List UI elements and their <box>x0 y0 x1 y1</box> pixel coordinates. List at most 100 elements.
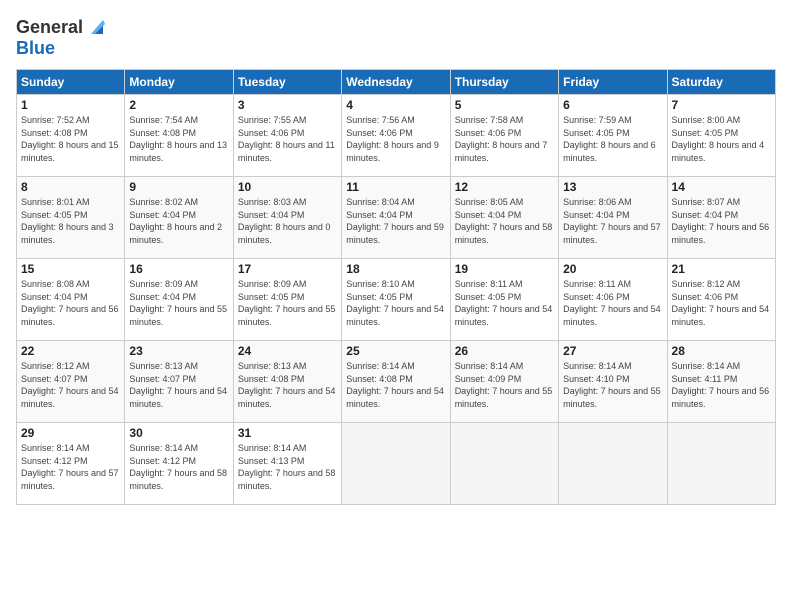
weekday-header-friday: Friday <box>559 70 667 95</box>
day-info: Sunrise: 8:02 AMSunset: 4:04 PMDaylight:… <box>129 196 228 246</box>
calendar-cell: 14Sunrise: 8:07 AMSunset: 4:04 PMDayligh… <box>667 177 775 259</box>
page: General Blue SundayMondayTuesdayWednesda… <box>0 0 792 612</box>
calendar-cell <box>667 423 775 505</box>
day-info: Sunrise: 8:11 AMSunset: 4:06 PMDaylight:… <box>563 278 662 328</box>
calendar-cell: 20 Sunrise: 8:11 AMSunset: 4:06 PMDayligh… <box>559 259 667 341</box>
calendar-cell: 7 Sunrise: 8:00 AMSunset: 4:05 PMDaylight… <box>667 95 775 177</box>
day-info: Sunrise: 8:13 AMSunset: 4:07 PMDaylight:… <box>129 360 228 410</box>
day-number: 2 <box>129 98 228 112</box>
day-number: 17 <box>238 262 337 276</box>
day-number: 18 <box>346 262 445 276</box>
calendar-week-3: 15 Sunrise: 8:08 AMSunset: 4:04 PMDayligh… <box>17 259 776 341</box>
calendar-cell: 11Sunrise: 8:04 AMSunset: 4:04 PMDayligh… <box>342 177 450 259</box>
weekday-header-thursday: Thursday <box>450 70 558 95</box>
day-info: Sunrise: 8:14 AMSunset: 4:10 PMDaylight:… <box>563 360 662 410</box>
logo: General Blue <box>16 16 107 59</box>
day-number: 11 <box>346 180 445 194</box>
calendar-cell: 2 Sunrise: 7:54 AMSunset: 4:08 PMDaylight… <box>125 95 233 177</box>
day-number: 20 <box>563 262 662 276</box>
day-number: 30 <box>129 426 228 440</box>
day-info: Sunrise: 7:54 AMSunset: 4:08 PMDaylight:… <box>129 114 228 164</box>
day-number: 10 <box>238 180 337 194</box>
day-info: Sunrise: 8:05 AMSunset: 4:04 PMDaylight:… <box>455 196 554 246</box>
calendar-week-2: 8 Sunrise: 8:01 AMSunset: 4:05 PMDaylight… <box>17 177 776 259</box>
logo-general-text: General <box>16 17 83 38</box>
day-info: Sunrise: 8:09 AMSunset: 4:04 PMDaylight:… <box>129 278 228 328</box>
calendar-cell: 8 Sunrise: 8:01 AMSunset: 4:05 PMDaylight… <box>17 177 125 259</box>
calendar-cell <box>559 423 667 505</box>
day-number: 1 <box>21 98 120 112</box>
day-number: 15 <box>21 262 120 276</box>
day-info: Sunrise: 8:00 AMSunset: 4:05 PMDaylight:… <box>672 114 771 164</box>
calendar-cell <box>342 423 450 505</box>
calendar-table: SundayMondayTuesdayWednesdayThursdayFrid… <box>16 69 776 505</box>
day-number: 16 <box>129 262 228 276</box>
day-info: Sunrise: 7:58 AMSunset: 4:06 PMDaylight:… <box>455 114 554 164</box>
weekday-header-saturday: Saturday <box>667 70 775 95</box>
day-info: Sunrise: 8:13 AMSunset: 4:08 PMDaylight:… <box>238 360 337 410</box>
day-info: Sunrise: 8:14 AMSunset: 4:13 PMDaylight:… <box>238 442 337 492</box>
day-info: Sunrise: 8:03 AMSunset: 4:04 PMDaylight:… <box>238 196 337 246</box>
day-info: Sunrise: 7:56 AMSunset: 4:06 PMDaylight:… <box>346 114 445 164</box>
calendar-cell: 23 Sunrise: 8:13 AMSunset: 4:07 PMDayligh… <box>125 341 233 423</box>
calendar-cell: 24Sunrise: 8:13 AMSunset: 4:08 PMDayligh… <box>233 341 341 423</box>
calendar-cell: 26 Sunrise: 8:14 AMSunset: 4:09 PMDayligh… <box>450 341 558 423</box>
day-number: 27 <box>563 344 662 358</box>
day-info: Sunrise: 8:14 AMSunset: 4:08 PMDaylight:… <box>346 360 445 410</box>
calendar-cell: 4 Sunrise: 7:56 AMSunset: 4:06 PMDaylight… <box>342 95 450 177</box>
calendar-cell: 15 Sunrise: 8:08 AMSunset: 4:04 PMDayligh… <box>17 259 125 341</box>
day-info: Sunrise: 8:14 AMSunset: 4:09 PMDaylight:… <box>455 360 554 410</box>
day-number: 5 <box>455 98 554 112</box>
calendar-week-1: 1 Sunrise: 7:52 AMSunset: 4:08 PMDaylight… <box>17 95 776 177</box>
calendar-cell: 21Sunrise: 8:12 AMSunset: 4:06 PMDayligh… <box>667 259 775 341</box>
calendar-cell: 18 Sunrise: 8:10 AMSunset: 4:05 PMDayligh… <box>342 259 450 341</box>
calendar-cell <box>450 423 558 505</box>
calendar-cell: 31 Sunrise: 8:14 AMSunset: 4:13 PMDayligh… <box>233 423 341 505</box>
day-number: 31 <box>238 426 337 440</box>
day-info: Sunrise: 8:01 AMSunset: 4:05 PMDaylight:… <box>21 196 120 246</box>
day-info: Sunrise: 8:12 AMSunset: 4:07 PMDaylight:… <box>21 360 120 410</box>
calendar-cell: 10 Sunrise: 8:03 AMSunset: 4:04 PMDayligh… <box>233 177 341 259</box>
day-info: Sunrise: 7:52 AMSunset: 4:08 PMDaylight:… <box>21 114 120 164</box>
day-number: 19 <box>455 262 554 276</box>
day-number: 6 <box>563 98 662 112</box>
day-number: 25 <box>346 344 445 358</box>
weekday-header-sunday: Sunday <box>17 70 125 95</box>
day-number: 23 <box>129 344 228 358</box>
weekday-header-tuesday: Tuesday <box>233 70 341 95</box>
calendar-cell: 29Sunrise: 8:14 AMSunset: 4:12 PMDayligh… <box>17 423 125 505</box>
calendar-cell: 27 Sunrise: 8:14 AMSunset: 4:10 PMDayligh… <box>559 341 667 423</box>
day-info: Sunrise: 8:14 AMSunset: 4:12 PMDaylight:… <box>129 442 228 492</box>
day-info: Sunrise: 8:09 AMSunset: 4:05 PMDaylight:… <box>238 278 337 328</box>
day-number: 28 <box>672 344 771 358</box>
calendar-cell: 13 Sunrise: 8:06 AMSunset: 4:04 PMDayligh… <box>559 177 667 259</box>
calendar-cell: 5 Sunrise: 7:58 AMSunset: 4:06 PMDaylight… <box>450 95 558 177</box>
day-number: 4 <box>346 98 445 112</box>
day-number: 13 <box>563 180 662 194</box>
calendar-cell: 28Sunrise: 8:14 AMSunset: 4:11 PMDayligh… <box>667 341 775 423</box>
calendar-cell: 1 Sunrise: 7:52 AMSunset: 4:08 PMDaylight… <box>17 95 125 177</box>
calendar-week-4: 22 Sunrise: 8:12 AMSunset: 4:07 PMDayligh… <box>17 341 776 423</box>
day-info: Sunrise: 7:59 AMSunset: 4:05 PMDaylight:… <box>563 114 662 164</box>
day-number: 26 <box>455 344 554 358</box>
day-info: Sunrise: 8:07 AMSunset: 4:04 PMDaylight:… <box>672 196 771 246</box>
day-number: 21 <box>672 262 771 276</box>
day-number: 7 <box>672 98 771 112</box>
day-number: 9 <box>129 180 228 194</box>
day-info: Sunrise: 8:06 AMSunset: 4:04 PMDaylight:… <box>563 196 662 246</box>
day-info: Sunrise: 8:08 AMSunset: 4:04 PMDaylight:… <box>21 278 120 328</box>
header: General Blue <box>16 16 776 59</box>
weekday-header-monday: Monday <box>125 70 233 95</box>
day-info: Sunrise: 7:55 AMSunset: 4:06 PMDaylight:… <box>238 114 337 164</box>
day-number: 22 <box>21 344 120 358</box>
calendar-week-5: 29 Sunrise: 8:14 AMSunset: 4:12 PMDayligh… <box>17 423 776 505</box>
calendar-cell: 22 Sunrise: 8:12 AMSunset: 4:07 PMDayligh… <box>17 341 125 423</box>
day-number: 29 <box>21 426 120 440</box>
day-number: 3 <box>238 98 337 112</box>
calendar-header-row: SundayMondayTuesdayWednesdayThursdayFrid… <box>17 70 776 95</box>
calendar-cell: 9 Sunrise: 8:02 AMSunset: 4:04 PMDaylight… <box>125 177 233 259</box>
day-number: 8 <box>21 180 120 194</box>
calendar-cell: 19Sunrise: 8:11 AMSunset: 4:05 PMDayligh… <box>450 259 558 341</box>
logo-blue-text: Blue <box>16 38 107 59</box>
day-info: Sunrise: 8:10 AMSunset: 4:05 PMDaylight:… <box>346 278 445 328</box>
